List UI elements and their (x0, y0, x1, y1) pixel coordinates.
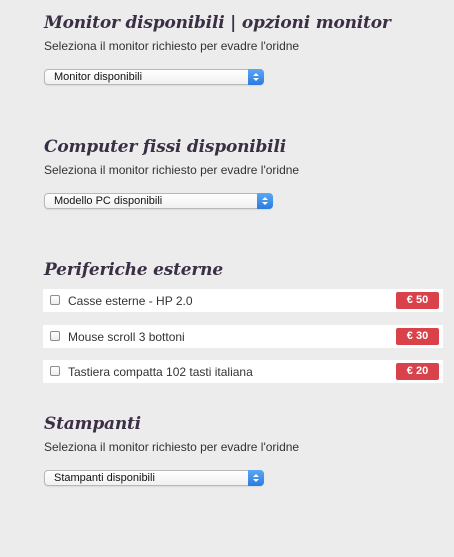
printers-select[interactable]: Stampanti disponibili (44, 470, 264, 486)
option-label: Mouse scroll 3 bottoni (68, 330, 185, 344)
computer-section: Computer fissi disponibili Seleziona il … (44, 136, 299, 177)
printers-section: Stampanti Seleziona il monitor richiesto… (44, 413, 299, 454)
option-label: Casse esterne - HP 2.0 (68, 294, 193, 308)
computer-select-value: Modello PC disponibili (54, 195, 163, 207)
monitor-section-title: Monitor disponibili | opzioni monitor (44, 13, 391, 33)
peripherals-section: Periferiche esterne (44, 259, 223, 281)
price-badge: € 30 (396, 328, 439, 345)
monitor-select[interactable]: Monitor disponibili (44, 69, 264, 85)
printers-section-description: Seleziona il monitor richiesto per evadr… (44, 440, 300, 454)
select-arrows-icon (248, 470, 264, 486)
printers-select-value: Stampanti disponibili (54, 472, 155, 484)
computer-section-title: Computer fissi disponibili (44, 137, 286, 157)
printers-section-title: Stampanti (44, 414, 141, 434)
monitor-section: Monitor disponibili | opzioni monitor Se… (44, 12, 391, 53)
checkbox[interactable] (50, 366, 60, 376)
option-label: Tastiera compatta 102 tasti italiana (68, 365, 253, 379)
monitor-section-description: Seleziona il monitor richiesto per evadr… (44, 39, 300, 53)
monitor-select-value: Monitor disponibili (54, 71, 143, 83)
select-arrows-icon (257, 193, 273, 209)
checkbox[interactable] (50, 295, 60, 305)
list-item[interactable]: Casse esterne - HP 2.0 € 50 (43, 289, 443, 312)
list-item[interactable]: Tastiera compatta 102 tasti italiana € 2… (43, 360, 443, 383)
checkbox[interactable] (50, 331, 60, 341)
computer-section-description: Seleziona il monitor richiesto per evadr… (44, 163, 300, 177)
peripherals-section-title: Periferiche esterne (44, 260, 223, 280)
list-item[interactable]: Mouse scroll 3 bottoni € 30 (43, 325, 443, 348)
select-arrows-icon (248, 69, 264, 85)
computer-select[interactable]: Modello PC disponibili (44, 193, 273, 209)
price-badge: € 20 (396, 363, 439, 380)
price-badge: € 50 (396, 292, 439, 309)
